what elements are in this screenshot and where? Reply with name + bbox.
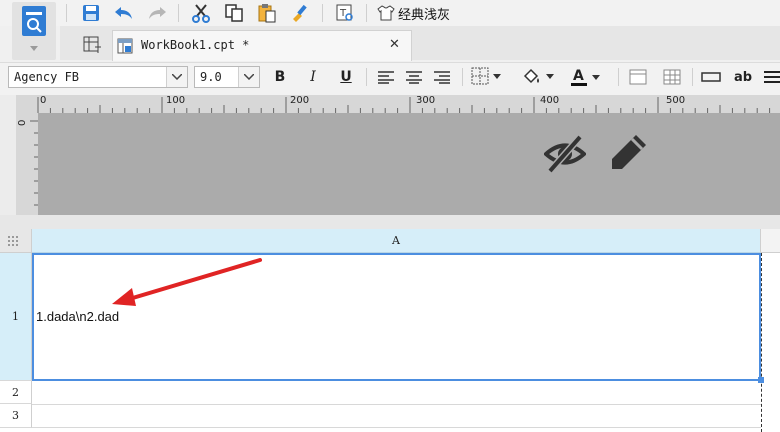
- toolbar-separator: [66, 4, 67, 22]
- report-header-pane: [38, 113, 780, 215]
- row-divider: [32, 427, 761, 428]
- chevron-down-icon: [493, 73, 501, 79]
- chevron-down-icon: [166, 67, 187, 87]
- save-icon: [83, 5, 99, 21]
- align-right-button[interactable]: [432, 67, 452, 87]
- bold-button[interactable]: B: [270, 67, 290, 87]
- undo-button[interactable]: [113, 2, 135, 24]
- font-size-select[interactable]: 9.0: [194, 66, 260, 88]
- cut-button[interactable]: [190, 2, 212, 24]
- chevron-down-icon: [238, 67, 259, 87]
- theme-button[interactable]: 经典浅灰: [377, 3, 450, 23]
- theme-label: 经典浅灰: [398, 7, 451, 23]
- ruler-label: 300: [416, 95, 436, 106]
- new-report-button[interactable]: [82, 35, 102, 58]
- paint-bucket-icon: [523, 68, 539, 84]
- column-header-a[interactable]: A: [32, 229, 761, 253]
- chevron-down-icon: [546, 73, 554, 79]
- align-center-button[interactable]: [404, 67, 424, 87]
- horizontal-ruler: 0 100 200 300 400 500: [16, 95, 780, 114]
- page-break-line: [761, 253, 762, 432]
- menu-icon: [764, 71, 780, 83]
- menu-icon[interactable]: [762, 67, 780, 87]
- text-field-icon: [701, 72, 721, 82]
- left-strip: [0, 95, 16, 215]
- pencil-icon[interactable]: [608, 133, 648, 173]
- tab-title: WorkBook1.cpt *: [141, 38, 250, 52]
- copy-button[interactable]: [223, 2, 245, 24]
- close-tab-icon[interactable]: ✕: [389, 37, 400, 52]
- svg-text:A: A: [573, 68, 584, 84]
- grid-dots-icon: [8, 236, 18, 246]
- font-size-value: 9.0: [200, 70, 222, 84]
- toolbar-separator: [462, 68, 463, 86]
- row-header-3[interactable]: 3: [0, 404, 32, 428]
- theme-icon: [377, 5, 395, 21]
- vertical-ruler-ticks: [30, 120, 38, 206]
- redo-icon: [149, 7, 166, 19]
- tab-workbook[interactable]: WorkBook1.cpt * ✕: [112, 30, 412, 61]
- ruler-label: 200: [290, 95, 310, 106]
- format-painter-button[interactable]: [289, 2, 311, 24]
- text-field-button[interactable]: [701, 67, 721, 87]
- font-color-button[interactable]: A: [570, 67, 600, 87]
- redo-button[interactable]: [146, 2, 168, 24]
- chevron-down-icon: [592, 74, 600, 80]
- fill-handle[interactable]: [758, 377, 764, 383]
- app-menu-button[interactable]: [12, 2, 56, 60]
- eye-hidden-icon[interactable]: [544, 133, 586, 175]
- font-name-select[interactable]: Agency FB: [8, 66, 188, 88]
- text-search-button[interactable]: T: [334, 2, 356, 24]
- table-button[interactable]: [662, 67, 682, 87]
- text-search-icon: T: [336, 4, 353, 21]
- table-icon: [663, 69, 681, 85]
- toolbar-separator: [322, 4, 323, 22]
- row-divider: [32, 404, 761, 405]
- paste-button[interactable]: [256, 2, 278, 24]
- ruler-label: 500: [666, 95, 686, 106]
- freeze-button[interactable]: [628, 67, 648, 87]
- paste-icon: [258, 4, 276, 23]
- annotation-arrow-icon: [112, 258, 262, 306]
- align-left-button[interactable]: [376, 67, 396, 87]
- row-header-1[interactable]: 1: [0, 253, 32, 381]
- grid-add-icon: [83, 36, 101, 53]
- toolbar-separator: [366, 4, 367, 22]
- ruler-label: 400: [540, 95, 560, 106]
- border-icon: [471, 67, 489, 85]
- workbook-icon: [117, 38, 133, 54]
- italic-button[interactable]: I: [303, 67, 323, 87]
- undo-icon: [115, 7, 132, 19]
- font-color-icon: A: [571, 68, 587, 86]
- border-button[interactable]: [471, 67, 501, 85]
- vertical-ruler: 0: [16, 113, 39, 215]
- row-header-2[interactable]: 2: [0, 381, 32, 404]
- underline-button[interactable]: U: [336, 67, 356, 87]
- app-logo-icon: [22, 6, 46, 51]
- align-left-icon: [378, 71, 394, 84]
- ruler-label: 0: [40, 95, 47, 106]
- ruler-label: 100: [166, 95, 186, 106]
- font-name-value: Agency FB: [14, 70, 80, 84]
- text-ab-button[interactable]: ab: [731, 67, 755, 87]
- cut-icon: [192, 4, 210, 23]
- column-header-empty[interactable]: [761, 229, 780, 253]
- copy-icon: [225, 4, 243, 22]
- pane-divider[interactable]: [0, 215, 780, 229]
- fill-color-button[interactable]: [522, 67, 554, 85]
- toolbar-separator: [692, 68, 693, 86]
- toolbar-separator: [618, 68, 619, 86]
- format-painter-icon: [293, 4, 307, 22]
- align-center-icon: [406, 71, 422, 84]
- save-button[interactable]: [80, 2, 102, 24]
- window-icon: [629, 69, 647, 85]
- select-all-corner[interactable]: [0, 229, 32, 253]
- toolbar-separator: [366, 68, 367, 86]
- align-right-icon: [434, 71, 450, 84]
- toolbar-separator: [178, 4, 179, 22]
